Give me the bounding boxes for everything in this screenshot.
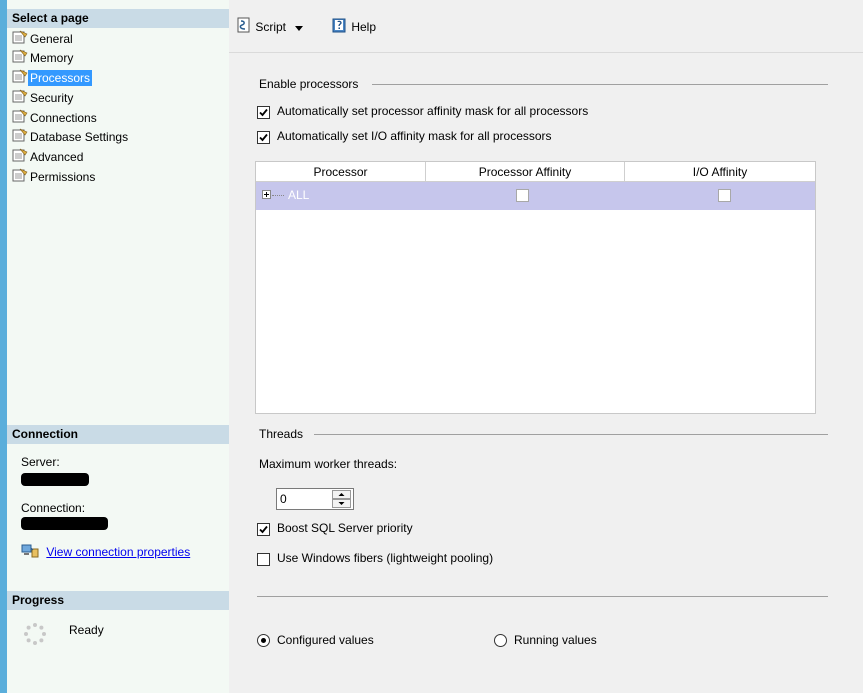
page-icon: [12, 30, 28, 50]
page-icon: [12, 89, 28, 109]
script-label: Script: [255, 20, 287, 35]
enable-processors-group-label: Enable processors: [259, 77, 365, 91]
page-item-label: General: [30, 32, 73, 47]
left-accent-bar: [0, 0, 7, 693]
configured-values-label[interactable]: Configured values: [277, 633, 374, 647]
page-item-connections[interactable]: Connections: [12, 109, 99, 128]
page-icon: [12, 109, 28, 129]
view-connection-properties-link[interactable]: View connection properties: [46, 545, 190, 559]
windows-fibers-label[interactable]: Use Windows fibers (lightweight pooling): [277, 551, 493, 565]
spin-up-button[interactable]: [332, 490, 351, 499]
left-navigation-pane: Select a page General Memory Processors …: [7, 0, 230, 693]
max-worker-threads-stepper[interactable]: 0: [276, 488, 354, 510]
table-row[interactable]: ALL: [256, 182, 815, 210]
threads-divider: [314, 434, 828, 435]
page-item-memory[interactable]: Memory: [12, 49, 75, 68]
server-value-redacted: [21, 473, 89, 486]
help-button[interactable]: Help: [332, 17, 376, 37]
page-item-label: Security: [30, 91, 74, 106]
page-item-database-settings[interactable]: Database Settings: [12, 128, 130, 147]
page-item-permissions[interactable]: Permissions: [12, 168, 97, 187]
connection-properties-icon: [21, 544, 39, 561]
progress-status: Ready: [69, 623, 104, 637]
configured-values-radio[interactable]: [257, 634, 270, 647]
help-label: Help: [351, 20, 377, 35]
processor-cell: ALL: [288, 188, 310, 202]
help-icon: [332, 17, 348, 39]
running-values-radio[interactable]: [494, 634, 507, 647]
io-affinity-checkbox[interactable]: [718, 189, 731, 202]
page-icon: [12, 168, 28, 188]
column-header-processor-affinity[interactable]: Processor Affinity: [426, 162, 625, 182]
page-icon: [12, 148, 28, 168]
expand-plus-icon[interactable]: [262, 190, 271, 199]
spin-down-button[interactable]: [332, 499, 351, 508]
progress-header: Progress: [7, 591, 229, 610]
max-worker-threads-value[interactable]: 0: [280, 492, 287, 506]
column-header-io-affinity[interactable]: I/O Affinity: [625, 162, 815, 182]
page-item-security[interactable]: Security: [12, 89, 75, 108]
page-item-label: Database Settings: [30, 130, 129, 145]
page-item-advanced[interactable]: Advanced: [12, 148, 85, 167]
auto-io-affinity-label[interactable]: Automatically set I/O affinity mask for …: [277, 129, 552, 143]
select-page-header: Select a page: [7, 9, 229, 28]
page-item-label: Permissions: [30, 170, 96, 185]
connection-label: Connection:: [21, 501, 86, 515]
page-item-label: Connections: [30, 111, 97, 126]
page-item-label: Advanced: [30, 150, 84, 165]
running-values-label[interactable]: Running values: [514, 633, 597, 647]
auto-processor-affinity-checkbox[interactable]: [257, 106, 270, 119]
auto-io-affinity-checkbox[interactable]: [257, 131, 270, 144]
page-icon: [12, 69, 28, 89]
page-item-processors[interactable]: Processors: [12, 69, 93, 89]
chevron-down-icon[interactable]: [295, 18, 304, 38]
threads-group-label: Threads: [259, 427, 310, 441]
page-item-label: Processors: [28, 70, 93, 87]
script-button[interactable]: Script: [236, 17, 304, 39]
boost-priority-label[interactable]: Boost SQL Server priority: [277, 521, 413, 535]
page-icon: [12, 128, 28, 148]
boost-priority-checkbox[interactable]: [257, 523, 270, 536]
page-icon: [12, 49, 28, 69]
view-connection-properties-link-row[interactable]: View connection properties: [21, 544, 190, 561]
toolbar: Script Help: [229, 0, 863, 53]
server-label: Server:: [21, 455, 60, 469]
windows-fibers-checkbox[interactable]: [257, 553, 270, 566]
connection-value-redacted: [21, 517, 108, 530]
column-header-processor[interactable]: Processor: [256, 162, 426, 182]
script-icon: [236, 17, 252, 39]
auto-processor-affinity-label[interactable]: Automatically set processor affinity mas…: [277, 104, 588, 118]
max-worker-threads-label: Maximum worker threads:: [259, 457, 398, 471]
tree-connector: [272, 195, 284, 196]
progress-spinner-icon: [23, 622, 47, 649]
connection-header: Connection: [7, 425, 229, 444]
processor-affinity-checkbox[interactable]: [516, 189, 529, 202]
page-item-general[interactable]: General: [12, 30, 75, 49]
enable-processors-divider: [372, 84, 828, 85]
bottom-divider: [257, 596, 828, 597]
page-item-label: Memory: [30, 51, 74, 66]
processor-affinity-grid[interactable]: Processor Processor Affinity I/O Affinit…: [255, 161, 816, 414]
